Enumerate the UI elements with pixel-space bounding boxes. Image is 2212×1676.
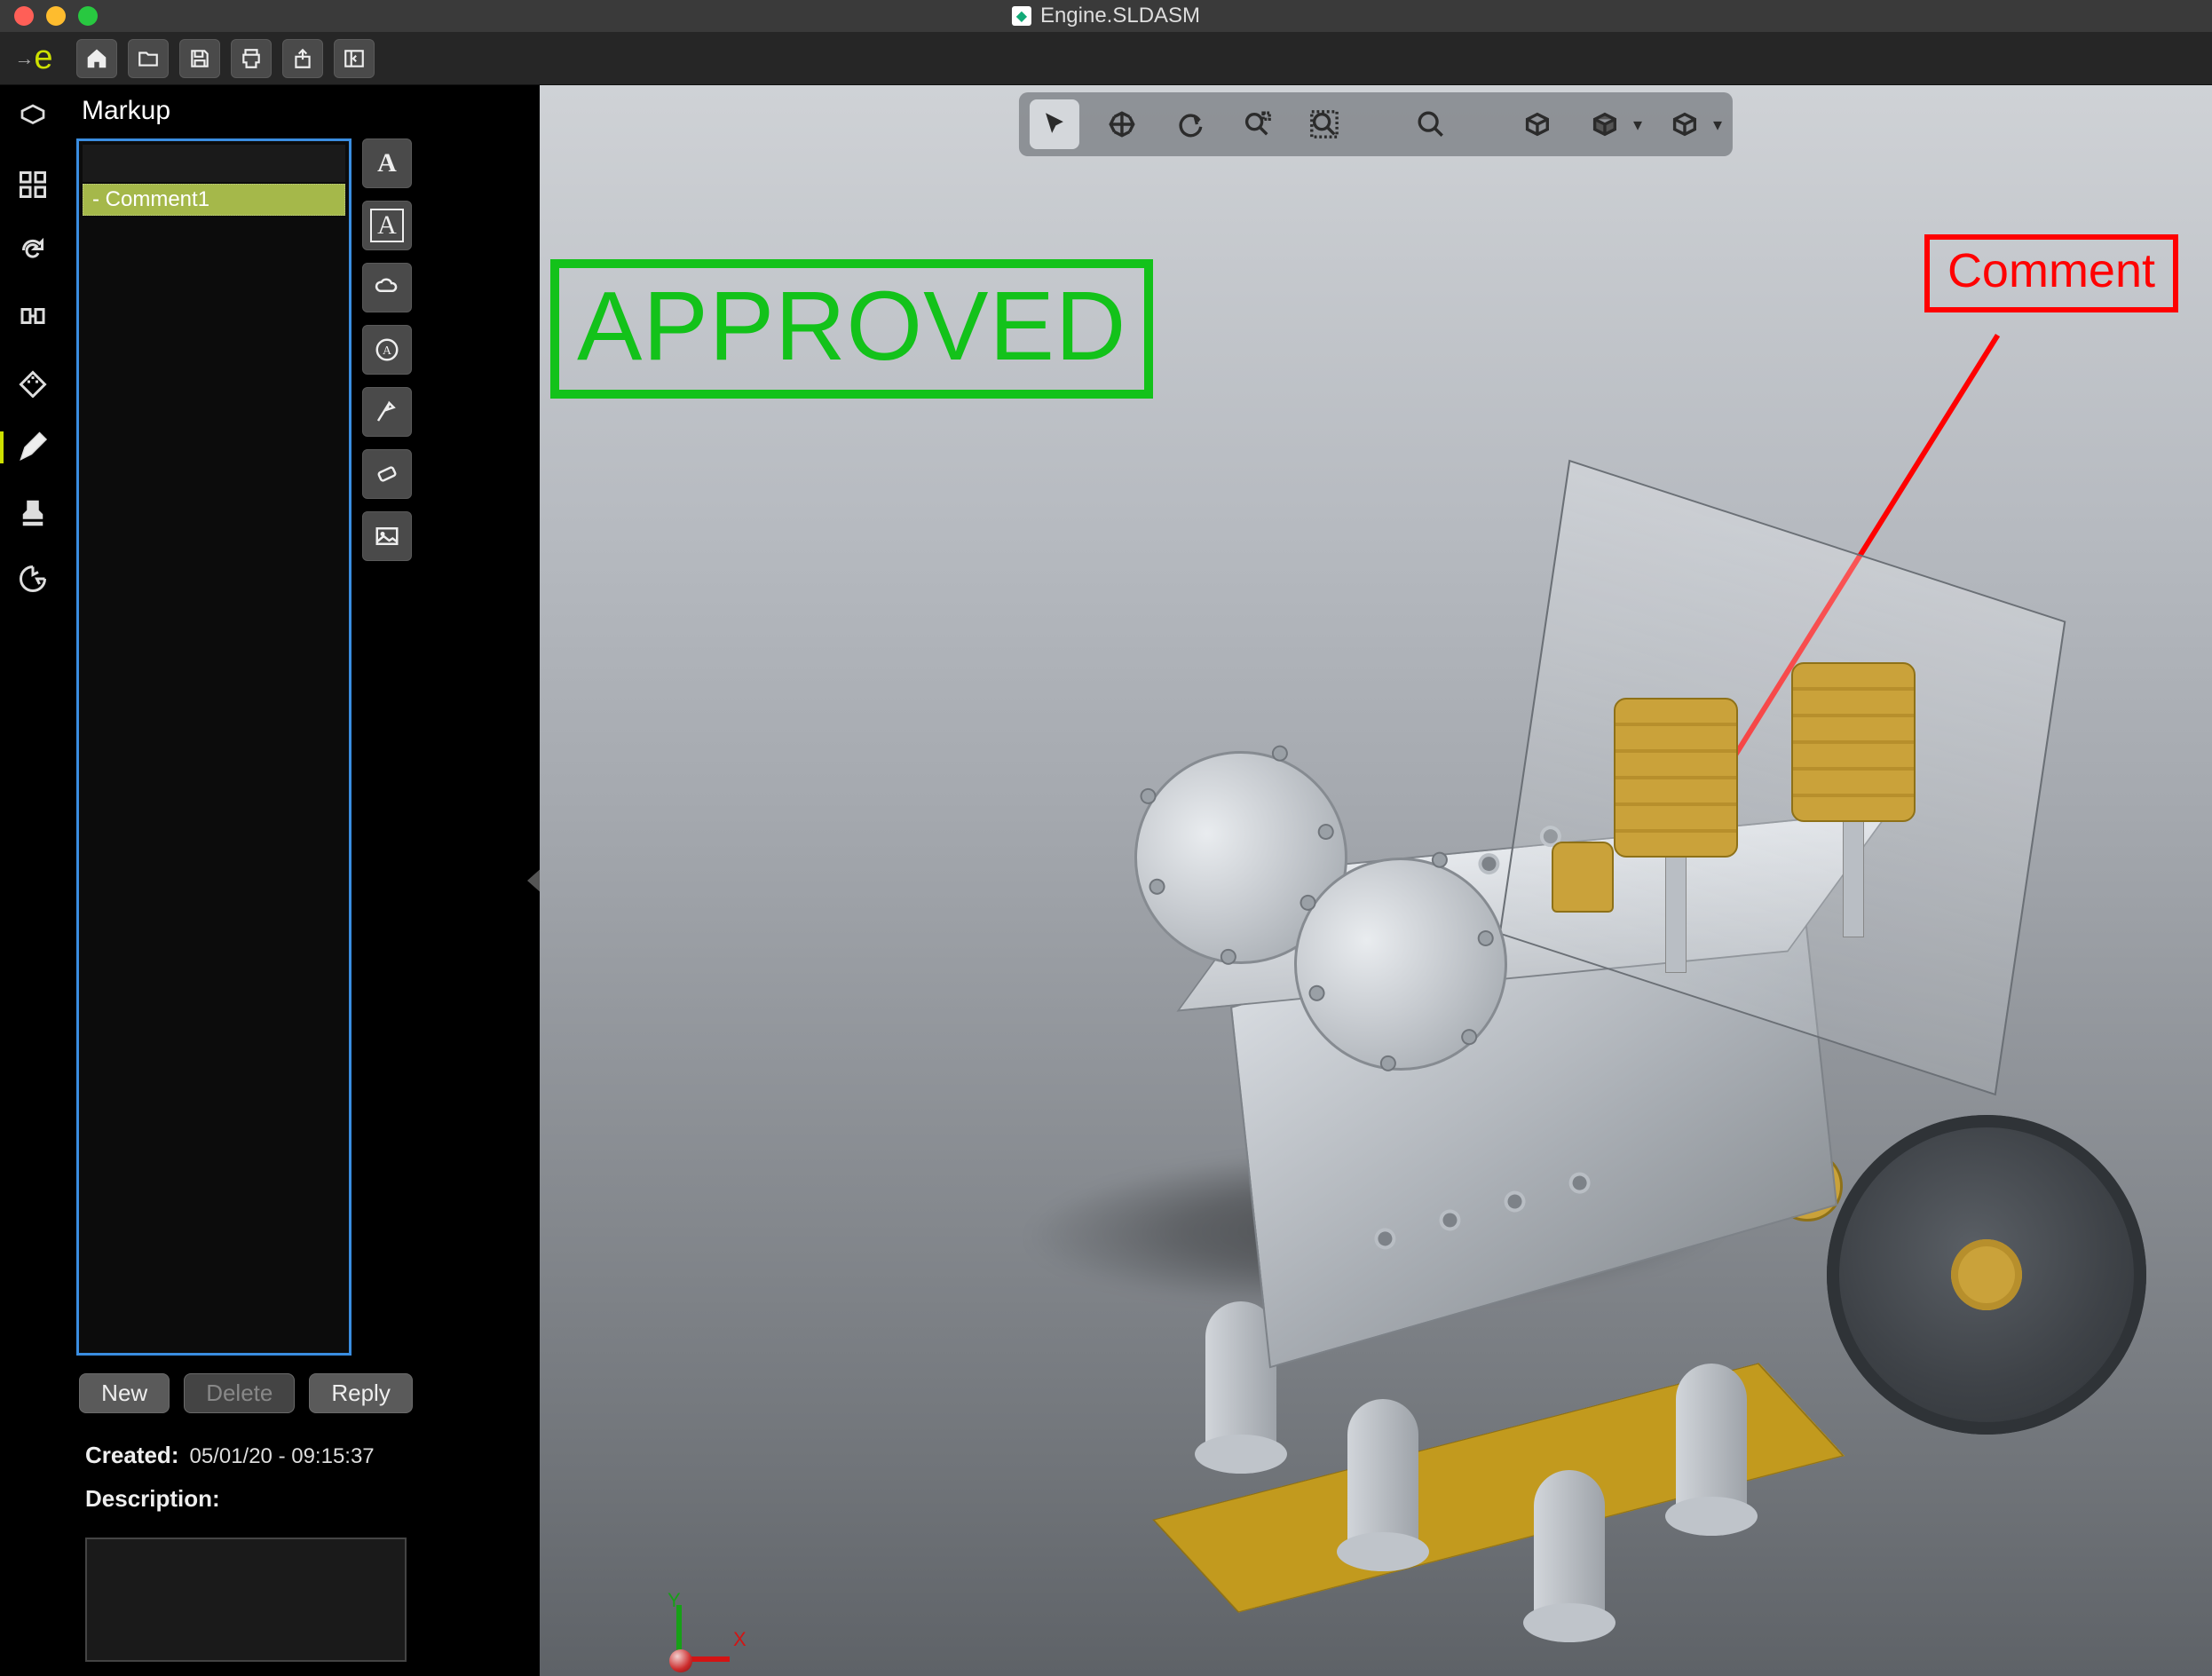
orientation-triad[interactable]: Y X: [637, 1591, 726, 1676]
created-label: Created:: [85, 1442, 178, 1469]
tree-item-comment1[interactable]: - Comment1: [83, 184, 345, 216]
markup-icon[interactable]: [13, 428, 52, 467]
circled-text-tool[interactable]: A: [362, 325, 412, 375]
description-input[interactable]: [85, 1538, 407, 1662]
minimize-window-button[interactable]: [46, 6, 66, 26]
export-icon[interactable]: [13, 559, 52, 598]
markup-tool-column: A A A: [362, 138, 415, 1356]
zoom-fit-tool[interactable]: [1300, 99, 1349, 149]
description-label: Description:: [85, 1485, 220, 1513]
model-foot: [1347, 1399, 1418, 1559]
pointer-tool[interactable]: [362, 387, 412, 437]
model-piston: [1791, 662, 1916, 822]
text-plain-tool[interactable]: A: [362, 138, 412, 188]
model-piston: [1614, 698, 1738, 858]
chevron-down-icon: ▾: [1633, 114, 1642, 136]
panel-meta: Created: 05/01/20 - 09:15:37 Description…: [66, 1426, 426, 1529]
model-tree-icon[interactable]: [13, 99, 52, 138]
eraser-tool[interactable]: [362, 449, 412, 499]
image-insert-tool[interactable]: [362, 511, 412, 561]
triad-x-label: X: [733, 1628, 747, 1651]
section-icon[interactable]: [13, 296, 52, 336]
views-grid-icon[interactable]: [13, 165, 52, 204]
refresh-icon[interactable]: [13, 231, 52, 270]
traffic-lights: [0, 6, 98, 26]
created-value: 05/01/20 - 09:15:37: [189, 1444, 374, 1469]
model-rod: [1665, 849, 1687, 973]
select-tool[interactable]: [1030, 99, 1079, 149]
zoom-window-tool[interactable]: [1232, 99, 1282, 149]
app-logo: → e: [0, 32, 66, 84]
tree-heading: [83, 145, 345, 182]
model-foot: [1676, 1364, 1747, 1523]
window-title: ◆ Engine.SLDASM: [1012, 4, 1200, 28]
triad-y-label: Y: [668, 1589, 681, 1612]
delete-button[interactable]: Delete: [184, 1373, 295, 1413]
markup-panel: Markup - Comment1 A A A: [66, 85, 426, 1676]
home-button[interactable]: [76, 39, 117, 78]
save-button[interactable]: [179, 39, 220, 78]
model-rod: [1843, 813, 1864, 937]
app-toolbar: → e: [0, 32, 2212, 85]
pan-tool[interactable]: [1097, 99, 1147, 149]
panel-toggle-button[interactable]: [334, 39, 375, 78]
new-button[interactable]: New: [79, 1373, 170, 1413]
close-window-button[interactable]: [14, 6, 34, 26]
model-cap: [1552, 842, 1614, 913]
shade-style-icon: [1580, 99, 1630, 149]
window-titlebar: ◆ Engine.SLDASM: [0, 0, 2212, 32]
viewport-3d[interactable]: ▾ ▾ APPROVED Comment: [540, 85, 2212, 1676]
approved-stamp[interactable]: APPROVED: [550, 259, 1153, 399]
panel-actions: New Delete Reply: [66, 1356, 426, 1426]
logo-text: e: [34, 39, 51, 77]
print-button[interactable]: [231, 39, 272, 78]
cloud-tool[interactable]: [362, 263, 412, 312]
open-button[interactable]: [128, 39, 169, 78]
app-file-icon: ◆: [1012, 6, 1031, 26]
window-title-text: Engine.SLDASM: [1040, 4, 1200, 28]
comment-callout[interactable]: Comment: [1924, 234, 2178, 312]
orbit-tool[interactable]: [1165, 99, 1214, 149]
text-box-tool[interactable]: A: [362, 201, 412, 250]
maximize-window-button[interactable]: [78, 6, 98, 26]
view-toolbar: ▾ ▾: [1019, 92, 1733, 156]
share-button[interactable]: [282, 39, 323, 78]
stamp-icon[interactable]: [13, 494, 52, 533]
chevron-down-icon: ▾: [1713, 114, 1722, 136]
model-flywheel: [1827, 1115, 2146, 1435]
svg-text:A: A: [383, 344, 391, 357]
left-rail: [0, 85, 66, 1676]
panel-title: Markup: [66, 96, 426, 138]
model-foot: [1534, 1470, 1605, 1630]
shade-style-dropdown[interactable]: ▾: [1580, 99, 1642, 149]
model-engine: [877, 423, 2031, 1488]
zoom-tool[interactable]: [1406, 99, 1456, 149]
measure-icon[interactable]: [13, 362, 52, 401]
render-style-icon: [1660, 99, 1710, 149]
tree-item-label: - Comment1: [92, 187, 209, 212]
render-style-dropdown[interactable]: ▾: [1660, 99, 1722, 149]
markup-tree[interactable]: - Comment1: [76, 138, 352, 1356]
panel-splitter[interactable]: [426, 85, 540, 1676]
shade-box-tool[interactable]: [1513, 99, 1562, 149]
logo-prefix: →: [14, 47, 32, 70]
reply-button[interactable]: Reply: [309, 1373, 412, 1413]
